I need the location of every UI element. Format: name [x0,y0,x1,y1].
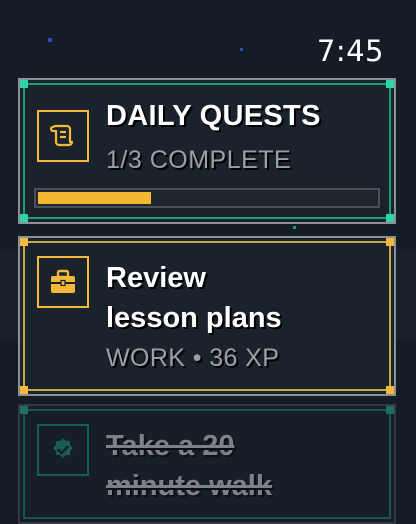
task-title-line: Take a 20 [106,430,235,462]
quests-progress-text: 1/3 COMPLETE [106,146,292,174]
briefcase-icon[interactable] [37,256,89,308]
task-title: Review lesson plans [106,258,366,338]
task-title: Take a 20 minute walk [106,426,366,506]
task-title-line: minute walk [106,470,272,502]
daily-quests-card: DAILY QUESTS 1/3 COMPLETE [18,78,396,224]
corner-accent [386,386,394,394]
background-pixel [293,226,296,229]
task-title-line: lesson plans [106,302,282,334]
corner-accent [386,406,394,414]
corner-accent [20,80,28,88]
task-meta: WORK • 36 XP [106,344,280,372]
verified-check-icon[interactable] [37,424,89,476]
corner-accent [20,406,28,414]
corner-accent [20,238,28,246]
scroll-icon [37,110,89,162]
quests-title: DAILY QUESTS [106,100,321,132]
task-card[interactable]: Review lesson plans WORK • 36 XP [18,236,396,396]
corner-accent [20,386,28,394]
corner-accent [386,238,394,246]
corner-accent [386,80,394,88]
background-pixel [48,38,52,42]
corner-accent [20,214,28,222]
status-time: 7:45 [316,34,384,68]
progress-fill [38,192,151,204]
quests-progress-bar [34,188,380,208]
task-title-line: Review [106,262,206,294]
corner-accent [386,214,394,222]
background-pixel [240,48,243,51]
task-card-completed[interactable]: Take a 20 minute walk [18,404,396,524]
